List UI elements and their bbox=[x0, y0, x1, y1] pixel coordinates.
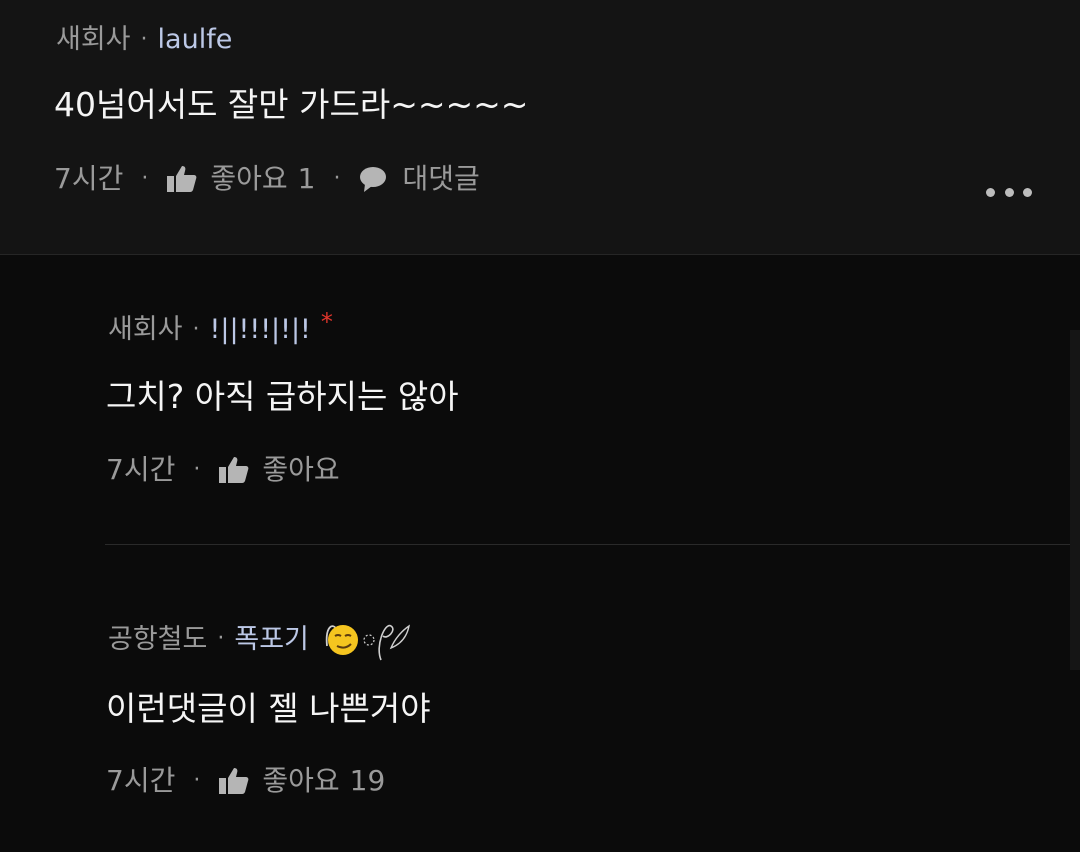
scrollbar-track[interactable] bbox=[1070, 330, 1080, 670]
author-nickname[interactable]: laulfe bbox=[158, 26, 233, 53]
meta-separator: · bbox=[141, 166, 149, 191]
like-button[interactable]: 좋아요 1 bbox=[166, 164, 315, 194]
comment-text: 그치? 아직 급하지는 않아 bbox=[106, 377, 459, 416]
comment-meta: 새회사 · !||!!!|!|! * bbox=[108, 310, 333, 344]
like-button[interactable]: 좋아요 19 bbox=[218, 766, 385, 796]
smirk-emoji-icon bbox=[323, 616, 413, 662]
more-dots-icon[interactable] bbox=[986, 182, 1032, 202]
board-name[interactable]: 새회사 bbox=[108, 316, 183, 343]
comment-text: 40넘어서도 잘만 가드라~~~~~ bbox=[54, 85, 529, 124]
like-label: 좋아요 bbox=[210, 162, 288, 195]
comment-time: 7시간 bbox=[54, 162, 124, 195]
thumbs-up-icon bbox=[166, 164, 198, 194]
meta-separator: · bbox=[192, 316, 200, 342]
meta-separator: · bbox=[193, 768, 201, 793]
comment-actions: 7시간 · 좋아요 19 bbox=[106, 766, 385, 796]
comment-card: 새회사 · laulfe 40넘어서도 잘만 가드라~~~~~ 7시간 · 좋아… bbox=[0, 0, 1080, 255]
meta-separator: · bbox=[193, 457, 201, 482]
comment-time: 7시간 bbox=[106, 453, 176, 486]
author-mark: * bbox=[320, 307, 333, 336]
meta-separator: · bbox=[140, 26, 148, 52]
like-count: 1 bbox=[297, 162, 316, 195]
board-name[interactable]: 새회사 bbox=[56, 26, 131, 53]
comment-meta: 새회사 · laulfe bbox=[56, 26, 232, 53]
comment-divider bbox=[105, 544, 1080, 545]
author-nickname[interactable]: !||!!!|!|! bbox=[210, 316, 311, 343]
like-label: 좋아요 bbox=[262, 764, 340, 797]
like-count: 19 bbox=[349, 764, 386, 797]
thumbs-up-icon bbox=[218, 766, 250, 796]
thumbs-up-icon bbox=[218, 455, 250, 485]
speech-bubble-icon bbox=[358, 164, 390, 194]
comment-time: 7시간 bbox=[106, 764, 176, 797]
meta-separator: · bbox=[333, 166, 341, 191]
reply-button[interactable]: 대댓글 bbox=[358, 162, 480, 195]
reply-label: 대댓글 bbox=[402, 162, 480, 195]
author-nickname[interactable]: 폭포기 bbox=[234, 626, 309, 653]
like-button[interactable]: 좋아요 bbox=[218, 455, 349, 485]
board-name[interactable]: 공항철도 bbox=[108, 626, 207, 653]
comment-meta: 공항철도 · 폭포기 bbox=[108, 616, 413, 662]
comment-actions: 7시간 · 좋아요 bbox=[106, 455, 350, 485]
comment-text: 이런댓글이 젤 나쁜거야 bbox=[106, 689, 431, 728]
comment-actions: 7시간 · 좋아요 1 · 대댓글 bbox=[54, 164, 480, 194]
like-label: 좋아요 bbox=[262, 453, 340, 486]
meta-separator: · bbox=[217, 626, 225, 651]
